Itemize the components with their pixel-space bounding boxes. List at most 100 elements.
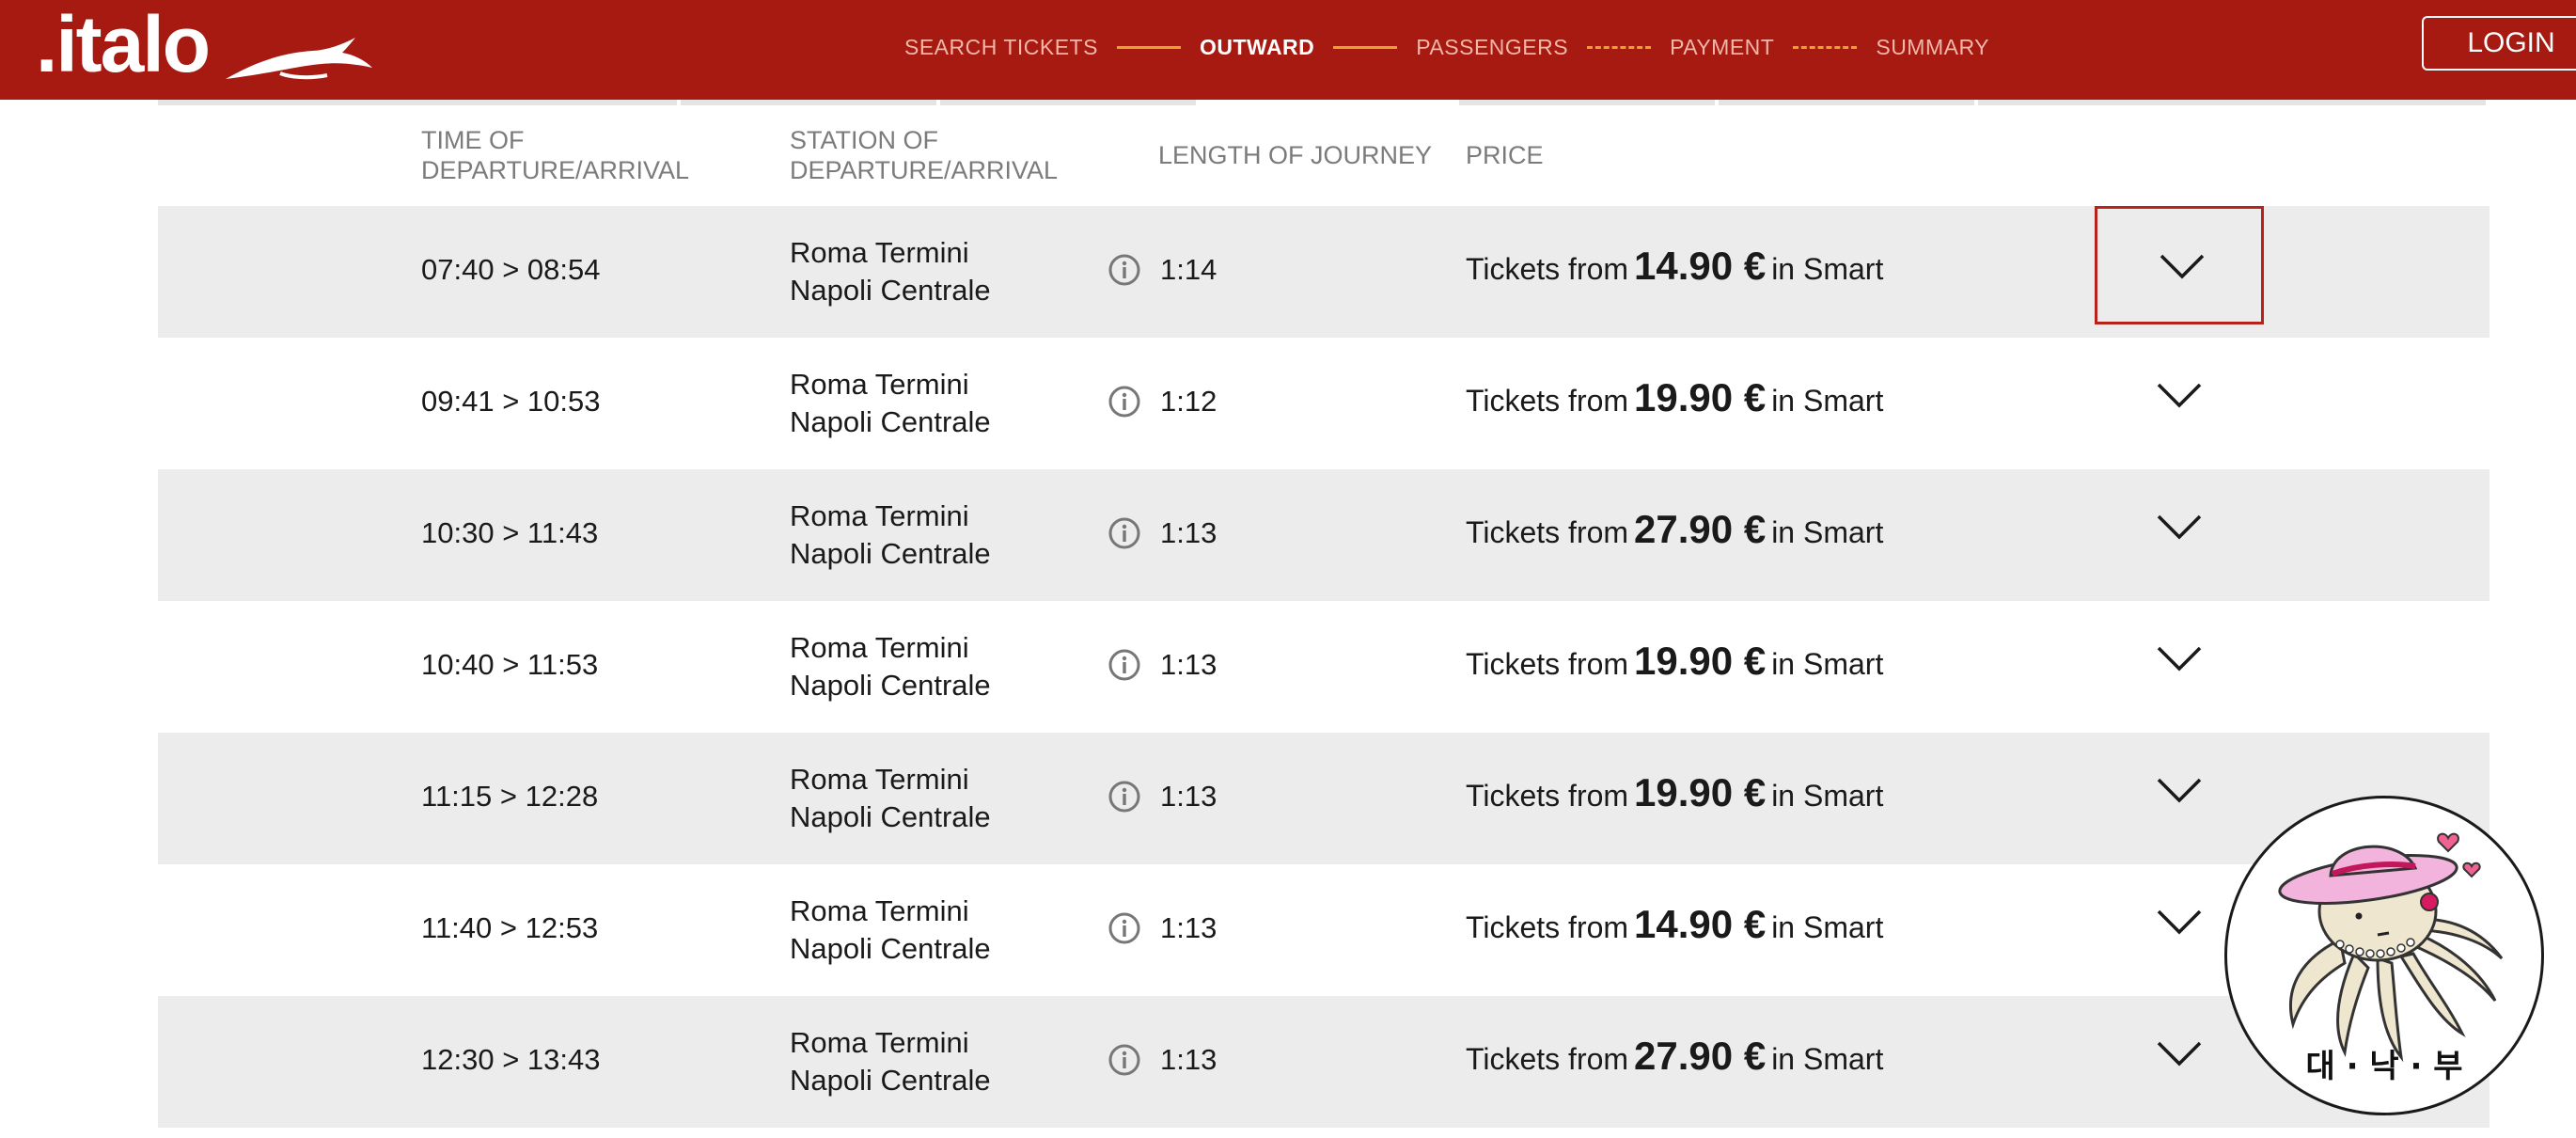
price-amount: 19.90 €: [1634, 375, 1767, 419]
price-amount: 14.90 €: [1634, 244, 1767, 288]
train-row[interactable]: 12:30 > 13:43 Roma Termini Napoli Centra…: [158, 996, 2490, 1128]
departure-station: Roma Termini: [790, 1026, 969, 1059]
stations: Roma Termini Napoli Centrale: [790, 761, 991, 836]
train-row[interactable]: 09:41 > 10:53 Roma Termini Napoli Centra…: [158, 338, 2490, 469]
fare-class-label: in Smart: [1771, 1042, 1884, 1076]
info-icon[interactable]: [1107, 516, 1141, 550]
step-outward[interactable]: OUTWARD: [1200, 35, 1314, 60]
step-connector: [1587, 45, 1652, 49]
tickets-from-label: Tickets from: [1466, 910, 1629, 944]
train-row[interactable]: 11:40 > 12:53 Roma Termini Napoli Centra…: [158, 864, 2490, 996]
tickets-from-label: Tickets from: [1466, 252, 1629, 286]
departure-arrival-time: 11:40 > 12:53: [421, 911, 599, 944]
arrival-station: Napoli Centrale: [790, 800, 991, 833]
train-row[interactable]: 07:40 > 08:54 Roma Termini Napoli Centra…: [158, 206, 2490, 338]
price-amount: 27.90 €: [1634, 1034, 1767, 1078]
price-info: Tickets from 19.90 € in Smart: [1466, 639, 1883, 684]
arrival-station: Napoli Centrale: [790, 1064, 991, 1097]
chevron-down-icon: [2157, 514, 2202, 540]
booking-steps: SEARCH TICKETS OUTWARD PASSENGERS PAYMEN…: [904, 0, 1989, 94]
price-info: Tickets from 14.90 € in Smart: [1466, 902, 1883, 947]
column-header-station: STATION OF DEPARTURE/ARRIVAL: [790, 125, 1058, 185]
departure-arrival-time: 09:41 > 10:53: [421, 385, 601, 418]
tickets-from-label: Tickets from: [1466, 384, 1629, 418]
logo-text: .italo: [36, 0, 211, 88]
fare-class-label: in Smart: [1771, 252, 1884, 286]
departure-arrival-time: 12:30 > 13:43: [421, 1043, 601, 1076]
site-header: .italo SEARCH TICKETS OUTWARD PASSENGERS…: [0, 0, 2576, 100]
step-payment[interactable]: PAYMENT: [1670, 35, 1774, 60]
departure-station: Roma Termini: [790, 894, 969, 927]
tickets-from-label: Tickets from: [1466, 779, 1629, 813]
expand-button[interactable]: [2095, 338, 2264, 456]
departure-station: Roma Termini: [790, 631, 969, 664]
stations: Roma Termini Napoli Centrale: [790, 1024, 991, 1099]
sticker-text: 대 · 낙 · 부: [2305, 1048, 2463, 1085]
departure-arrival-time: 10:40 > 11:53: [421, 648, 599, 681]
chevron-down-icon: [2157, 909, 2202, 935]
step-connector: [1333, 45, 1398, 49]
price-amount: 19.90 €: [1634, 770, 1767, 814]
train-row[interactable]: 10:40 > 11:53 Roma Termini Napoli Centra…: [158, 601, 2490, 733]
step-connector: [1793, 45, 1858, 49]
train-row[interactable]: 11:15 > 12:28 Roma Termini Napoli Centra…: [158, 733, 2490, 864]
fare-class-label: in Smart: [1771, 779, 1884, 813]
arrival-station: Napoli Centrale: [790, 932, 991, 965]
departure-arrival-time: 10:30 > 11:43: [421, 516, 599, 549]
chevron-down-icon: [2157, 646, 2202, 672]
italo-logo[interactable]: .italo: [36, 0, 372, 100]
expand-button[interactable]: [2095, 206, 2264, 324]
step-connector: [1116, 45, 1181, 49]
price-info: Tickets from 27.90 € in Smart: [1466, 1034, 1883, 1079]
price-info: Tickets from 19.90 € in Smart: [1466, 770, 1883, 815]
chevron-down-icon: [2160, 254, 2205, 279]
login-button[interactable]: LOGIN: [2422, 16, 2576, 71]
date-tab-strip: [158, 100, 2490, 105]
column-header-time-line1: TIME OF: [421, 126, 525, 154]
journey-length: 1:13: [1160, 648, 1217, 681]
column-header-station-line2: DEPARTURE/ARRIVAL: [790, 156, 1059, 184]
column-header-station-line1: STATION OF: [790, 126, 938, 154]
journey-length: 1:14: [1160, 253, 1217, 286]
chevron-down-icon: [2157, 778, 2202, 803]
tickets-from-label: Tickets from: [1466, 515, 1629, 549]
price-info: Tickets from 27.90 € in Smart: [1466, 507, 1883, 552]
journey-length: 1:13: [1160, 780, 1217, 813]
departure-station: Roma Termini: [790, 236, 969, 269]
fare-class-label: in Smart: [1771, 647, 1884, 681]
tickets-from-label: Tickets from: [1466, 647, 1629, 681]
column-header-time: TIME OF DEPARTURE/ARRIVAL: [421, 125, 689, 185]
departure-arrival-time: 11:15 > 12:28: [421, 780, 599, 813]
price-amount: 19.90 €: [1634, 639, 1767, 683]
train-list: 07:40 > 08:54 Roma Termini Napoli Centra…: [158, 206, 2490, 1128]
info-icon[interactable]: [1107, 385, 1141, 419]
arrival-station: Napoli Centrale: [790, 405, 991, 438]
arrival-station: Napoli Centrale: [790, 537, 991, 570]
info-icon[interactable]: [1107, 253, 1141, 287]
stations: Roma Termini Napoli Centrale: [790, 893, 991, 968]
price-info: Tickets from 19.90 € in Smart: [1466, 375, 1883, 420]
info-icon[interactable]: [1107, 780, 1141, 814]
fare-class-label: in Smart: [1771, 910, 1884, 944]
hare-logo-icon: [226, 38, 372, 80]
price-amount: 14.90 €: [1634, 902, 1767, 946]
column-header-length: LENGTH OF JOURNEY: [1158, 141, 1433, 169]
step-search-tickets[interactable]: SEARCH TICKETS: [904, 35, 1098, 60]
fare-class-label: in Smart: [1771, 384, 1884, 418]
info-icon[interactable]: [1107, 1043, 1141, 1077]
step-passengers[interactable]: PASSENGERS: [1416, 35, 1568, 60]
chevron-down-icon: [2157, 1041, 2202, 1067]
stations: Roma Termini Napoli Centrale: [790, 366, 991, 441]
expand-button[interactable]: [2095, 601, 2264, 719]
step-summary[interactable]: SUMMARY: [1876, 35, 1989, 60]
departure-station: Roma Termini: [790, 499, 969, 532]
departure-arrival-time: 07:40 > 08:54: [421, 253, 601, 286]
expand-button[interactable]: [2095, 469, 2264, 588]
train-row[interactable]: 10:30 > 11:43 Roma Termini Napoli Centra…: [158, 469, 2490, 601]
journey-length: 1:13: [1160, 516, 1217, 549]
journey-length: 1:13: [1160, 911, 1217, 944]
journey-length: 1:12: [1160, 385, 1217, 418]
stations: Roma Termini Napoli Centrale: [790, 234, 991, 309]
info-icon[interactable]: [1107, 648, 1141, 682]
info-icon[interactable]: [1107, 911, 1141, 945]
